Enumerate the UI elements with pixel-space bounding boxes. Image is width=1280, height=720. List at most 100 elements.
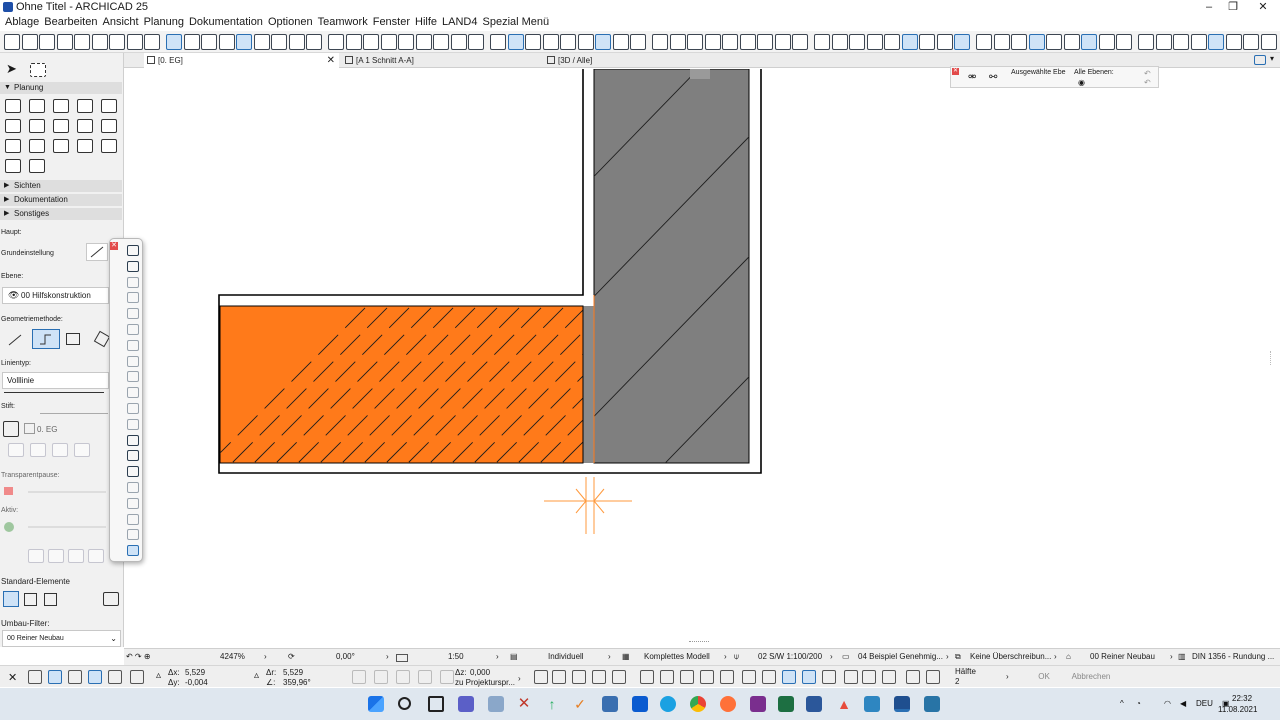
rotated-rectangle-method-icon[interactable] — [93, 330, 111, 348]
snap-guides-icon[interactable] — [28, 670, 42, 684]
elevation-icon[interactable] — [1116, 34, 1132, 50]
navigator-icon[interactable] — [1254, 55, 1266, 65]
fill-icon[interactable] — [490, 34, 506, 50]
palette-tool-12-icon[interactable] — [127, 418, 139, 430]
lock-layer-icon[interactable]: ⚯ — [989, 72, 997, 83]
special-snap-icon[interactable] — [68, 670, 82, 684]
close-icon[interactable]: ✕ — [8, 671, 17, 684]
layout-icon[interactable] — [1046, 34, 1062, 50]
elevate-icon[interactable] — [363, 34, 379, 50]
menu-ablage[interactable]: Ablage — [5, 15, 44, 31]
relative-construction-icon[interactable] — [108, 670, 122, 684]
tray-wifi-icon[interactable]: ◠ — [1164, 699, 1171, 708]
edit-tool-b7-icon[interactable] — [660, 670, 674, 684]
archicad-taskbar-icon[interactable] — [864, 696, 880, 712]
chrome-icon[interactable] — [690, 696, 706, 712]
edit-tool-b1-icon[interactable] — [534, 670, 548, 684]
concrete-wall-fill[interactable] — [593, 68, 750, 464]
skylight-tool-icon[interactable] — [77, 119, 93, 133]
add-snap-point-icon[interactable] — [88, 670, 102, 684]
offset-icon[interactable] — [288, 34, 305, 50]
menu-bearbeiten[interactable]: Bearbeiten — [44, 15, 102, 31]
palette-tool-20-icon[interactable] — [127, 545, 139, 557]
edge-icon[interactable] — [660, 696, 676, 712]
palette-tool-15-icon[interactable] — [127, 466, 139, 478]
edit-tool-a1-icon[interactable] — [352, 670, 366, 684]
edit-tool-b19-icon[interactable] — [906, 670, 920, 684]
gravity-icon[interactable] — [126, 34, 143, 50]
line-icon[interactable] — [919, 34, 935, 50]
ok-button[interactable]: OK — [1024, 670, 1064, 684]
clock-time[interactable]: 22:32 — [1232, 694, 1252, 703]
snap-icon[interactable] — [166, 34, 182, 50]
compare-icon[interactable] — [433, 34, 449, 50]
arrow-tool-icon[interactable]: ➤ — [6, 62, 22, 77]
menu-teamwork[interactable]: Teamwork — [318, 15, 373, 31]
chained-line-method-icon[interactable] — [32, 329, 60, 349]
column-icon[interactable] — [774, 34, 791, 50]
palette-tool-18-icon[interactable] — [127, 513, 139, 525]
palette-tool-11-icon[interactable] — [127, 403, 139, 414]
guide-icon[interactable] — [144, 34, 160, 50]
beam-icon[interactable] — [757, 34, 773, 50]
grid-snap-icon[interactable] — [48, 670, 62, 684]
edit-tool-b10-icon[interactable] — [720, 670, 734, 684]
browser-icon[interactable] — [1225, 34, 1242, 50]
maximize-button[interactable]: ❐ — [1220, 0, 1246, 15]
palette-tool-16-icon[interactable] — [127, 482, 139, 493]
angle-value[interactable]: 359,96° — [283, 678, 311, 687]
palette-tool-17-icon[interactable] — [127, 497, 139, 509]
standard-element-grid-icon[interactable] — [3, 591, 19, 607]
tab-3d[interactable]: [3D / Alle] — [544, 53, 744, 68]
navigator-icon[interactable] — [1243, 34, 1259, 50]
section-sichten[interactable]: ▶ Sichten — [0, 180, 122, 192]
section-icon[interactable] — [507, 34, 524, 50]
layers-icon[interactable] — [450, 34, 467, 50]
side-handle[interactable] — [1270, 351, 1274, 365]
palette-tool-13-icon[interactable] — [127, 434, 139, 446]
delta-x-value[interactable]: 5,529 — [185, 668, 205, 677]
floor-plan-canvas[interactable] — [124, 68, 1280, 647]
info-icon[interactable] — [1208, 34, 1224, 50]
label-icon[interactable] — [884, 34, 900, 50]
edit-tool-b11-icon[interactable] — [742, 670, 756, 684]
linetype-selector[interactable]: Volllinie — [2, 372, 109, 389]
close-icon[interactable]: ✕ — [110, 242, 118, 250]
beam-tool-icon[interactable] — [53, 99, 69, 113]
pointer-icon[interactable] — [109, 34, 125, 50]
adjust-icon[interactable] — [236, 34, 252, 50]
tray-network-icon[interactable]: ◔ — [1136, 699, 1141, 708]
edit-tool-b13-icon[interactable] — [782, 670, 796, 684]
fillet-icon[interactable] — [271, 34, 287, 50]
menu-spezial[interactable]: Spezial Menü — [483, 15, 555, 31]
palette-tool-9-icon[interactable] — [127, 371, 139, 383]
renovation-filter-select[interactable]: 00 Reiner Neubau ⌄ — [2, 630, 121, 647]
pen-set-value[interactable]: 02 S/W 1:100/200 — [758, 652, 822, 661]
zone-icon[interactable] — [814, 34, 830, 50]
list-icon[interactable] — [1173, 34, 1189, 50]
flame-app-icon[interactable]: ▲ — [836, 696, 852, 712]
organizer-icon[interactable] — [1260, 34, 1277, 50]
trace-option-1-icon[interactable] — [28, 549, 44, 563]
trace-color-icon[interactable] — [4, 487, 13, 495]
standard-element-print-icon[interactable] — [24, 593, 37, 606]
edit-tool-b16-icon[interactable] — [844, 670, 858, 684]
gravity-icon[interactable] — [130, 670, 144, 684]
stair-icon[interactable] — [722, 34, 738, 50]
chevron-right-icon[interactable]: › — [386, 652, 389, 661]
palette-tool-5-icon[interactable] — [127, 308, 139, 320]
windows-start-icon[interactable] — [368, 696, 384, 712]
tab-menu-icon[interactable]: ▾ — [1270, 54, 1274, 63]
redo-layer-icon[interactable]: ↶ — [1144, 78, 1151, 87]
minimize-button[interactable]: – — [1196, 0, 1222, 15]
edit-tool-b12-icon[interactable] — [762, 670, 776, 684]
palette-tool-8-icon[interactable] — [127, 355, 139, 367]
cancel-button[interactable]: Abbrechen — [1066, 670, 1116, 684]
edit-tool-b5-icon[interactable] — [612, 670, 626, 684]
pen-option-2-icon[interactable] — [30, 443, 46, 457]
pen-color-swatch-icon[interactable] — [3, 421, 19, 437]
active-slider[interactable] — [28, 526, 106, 528]
curtain-wall-tool-icon[interactable] — [101, 119, 117, 133]
palette-tool-3-icon[interactable] — [127, 276, 139, 288]
search-icon[interactable] — [398, 697, 411, 710]
